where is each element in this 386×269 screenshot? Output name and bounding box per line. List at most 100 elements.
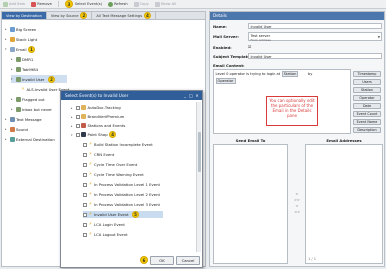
dialog-tree-label: AutoDoc.Tracking: [87, 105, 121, 110]
chevron-down-icon: ▼: [377, 35, 380, 39]
tree-item-flagged-out[interactable]: ▸ Flagged out: [11, 95, 45, 103]
event-count-token-button[interactable]: Event Count: [353, 111, 381, 117]
expand-icon[interactable]: ▸: [5, 117, 8, 121]
cancel-button[interactable]: Cancel: [176, 256, 200, 265]
tree-item-invalid-user[interactable]: ▾ Invalid User 2: [11, 75, 67, 83]
expand-icon[interactable]: ▸: [71, 115, 74, 119]
scrollbar-thumb[interactable]: [197, 132, 201, 172]
tab-view-by-source[interactable]: View by Source 2: [47, 12, 93, 19]
select-events-button[interactable]: 3 Select Event(s): [64, 0, 102, 8]
tree-item-tab9984[interactable]: ▸ Tab9984: [11, 65, 38, 73]
dialog-tree-label: In Process Validation Level 1 Event: [94, 182, 161, 187]
users-token-button[interactable]: Users: [353, 79, 381, 85]
expand-icon[interactable]: ▸: [5, 37, 8, 41]
expand-icon[interactable]: ▸: [11, 67, 14, 71]
screen-icon: [9, 26, 15, 32]
user-icon: [15, 106, 21, 112]
tree-item-external-destination[interactable]: ▸ External Destination: [5, 135, 55, 143]
checkbox[interactable]: [83, 162, 87, 167]
add-item-button[interactable]: Add Item: [3, 1, 25, 7]
expand-icon[interactable]: ▸: [5, 27, 8, 31]
close-icon[interactable]: ✕: [194, 93, 200, 99]
remove-button[interactable]: Remove: [31, 1, 52, 7]
tab-view-by-destination[interactable]: View by Destination: [2, 12, 47, 19]
send-email-to-list[interactable]: [213, 144, 288, 264]
name-label: Name:: [213, 24, 227, 29]
name-field[interactable]: Invalid User: [248, 23, 382, 29]
tree-item-email[interactable]: ▾ Email 1: [5, 45, 36, 53]
checkbox[interactable]: [75, 114, 80, 119]
expand-icon[interactable]: ▸: [11, 97, 14, 101]
move-left-button[interactable]: <: [296, 204, 299, 208]
callout-badge: 5: [132, 211, 140, 218]
by-text: by: [307, 71, 313, 76]
dialog-title: Select Event(s) to Invalid User: [65, 93, 129, 98]
operator-token-button[interactable]: Operator: [353, 95, 381, 101]
checkbox[interactable]: [75, 132, 80, 137]
refresh-button[interactable]: Refresh: [108, 1, 128, 7]
move-all-left-button[interactable]: <<: [294, 210, 300, 214]
tree-item-dmr1[interactable]: ▸ DMR1: [11, 55, 33, 63]
show-all-label: Show All: [160, 2, 177, 6]
toolbar-divider: [57, 1, 59, 7]
checkbox[interactable]: [83, 142, 87, 147]
tree-item-inbox[interactable]: ▸ Inbox but never: [11, 105, 52, 113]
dialog-scrollbar[interactable]: [196, 102, 201, 252]
date-token-button[interactable]: Date: [353, 103, 381, 109]
enabled-checkbox[interactable]: ☑: [248, 44, 251, 49]
event-name-token-button[interactable]: Event Name: [353, 119, 381, 125]
email-icon: [9, 46, 15, 52]
timestamp-token-button[interactable]: Timestamp: [353, 71, 381, 77]
tree-item-sound[interactable]: ▸ Sound: [5, 125, 28, 133]
user-icon: [15, 96, 21, 102]
checkbox[interactable]: [83, 172, 87, 177]
dialog-tree-item[interactable]: ▸ Stations and Events: [71, 122, 206, 129]
checkbox[interactable]: [83, 152, 87, 157]
subject-template-field[interactable]: Invalid User: [248, 53, 382, 59]
checkbox[interactable]: [83, 182, 87, 187]
collapse-icon[interactable]: ▾: [5, 47, 8, 51]
checkbox[interactable]: [83, 202, 87, 207]
checkbox[interactable]: [75, 123, 80, 128]
callout-badge: 3: [64, 0, 73, 8]
subject-template-label: Subject Template:: [213, 54, 252, 59]
dialog-tree-item[interactable]: ▸ BrandVerifPremium: [71, 113, 206, 120]
collapse-icon[interactable]: ▾: [71, 133, 74, 137]
checkbox[interactable]: [83, 212, 87, 217]
checkbox[interactable]: [75, 105, 80, 110]
tree-item-big-screen[interactable]: ▸ Big Screen: [5, 25, 36, 33]
station-token[interactable]: Station: [281, 70, 299, 77]
tree-label: Big Screen: [16, 26, 37, 32]
expand-icon[interactable]: ▸: [71, 106, 74, 110]
expand-icon[interactable]: ▸: [5, 137, 8, 141]
ok-button[interactable]: OK: [150, 256, 174, 265]
email-addresses-list[interactable]: 1 / 1: [305, 144, 383, 264]
expand-icon[interactable]: ▸: [11, 57, 14, 61]
tree-item-text-message[interactable]: ▸ Text Message: [5, 115, 42, 123]
description-token-button[interactable]: Description: [353, 127, 381, 133]
operator-token[interactable]: Operator: [215, 77, 236, 84]
copy-button[interactable]: Copy: [133, 1, 149, 7]
expand-icon[interactable]: ▸: [11, 107, 14, 111]
dialog-event-item-selected[interactable]: ⚡ Invalid User Event 5: [83, 211, 163, 218]
tab-all-text-message-settings[interactable]: All Text Message Settings 4: [92, 12, 157, 19]
callout-badge: 4: [144, 12, 152, 19]
move-all-right-button[interactable]: >>: [294, 198, 300, 202]
checkbox[interactable]: [83, 222, 87, 227]
move-right-button[interactable]: >: [296, 192, 299, 196]
select-events-dialog: Select Event(s) to Invalid User _ □ ✕ ▸ …: [60, 90, 203, 268]
plus-icon: [3, 1, 8, 7]
dialog-tree-item[interactable]: ▸ AutoDoc.Tracking: [71, 104, 206, 111]
dialog-tree-item[interactable]: ▾ Paint Shop 4: [71, 131, 206, 138]
tree-item-stack-light[interactable]: ▸ Stack Light: [5, 35, 37, 43]
show-all-button[interactable]: Show All: [154, 1, 177, 7]
expand-icon[interactable]: ▸: [71, 124, 74, 128]
dialog-tree-label: BrandVerifPremium: [87, 114, 125, 119]
checkbox[interactable]: [83, 192, 87, 197]
mail-server-select[interactable]: Test server From Address ▼: [248, 32, 382, 42]
collapse-icon[interactable]: ▾: [11, 77, 14, 81]
checkbox[interactable]: [83, 232, 87, 237]
tree-label: Stack Light: [16, 36, 38, 42]
expand-icon[interactable]: ▸: [5, 127, 8, 131]
station-token-button[interactable]: Station: [353, 87, 381, 93]
